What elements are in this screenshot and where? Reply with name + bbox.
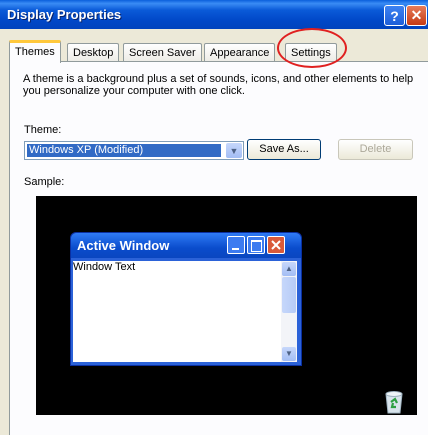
maximize-icon <box>247 236 265 254</box>
sample-window-title: Active Window <box>77 238 170 253</box>
scroll-thumb <box>282 277 296 313</box>
save-as-button[interactable]: Save As... <box>247 139 321 160</box>
display-properties-dialog: Display Properties ? ✕ Themes Desktop Sc… <box>0 0 428 435</box>
scroll-up-icon: ▲ <box>282 262 296 276</box>
close-button[interactable]: ✕ <box>406 5 427 26</box>
sample-title-bar: Active Window <box>71 233 301 258</box>
title-bar[interactable]: Display Properties ? ✕ <box>0 0 428 29</box>
theme-dropdown[interactable]: Windows XP (Modified) ▼ <box>24 141 244 160</box>
chevron-down-icon[interactable]: ▼ <box>226 143 242 158</box>
theme-description: A theme is a background plus a set of so… <box>23 73 414 97</box>
delete-button[interactable]: Delete <box>338 139 413 160</box>
tab-appearance[interactable]: Appearance <box>204 43 276 62</box>
sample-label: Sample: <box>24 176 65 188</box>
theme-selected-value: Windows XP (Modified) <box>27 144 221 157</box>
recycle-bin-icon <box>385 391 403 414</box>
tab-bar: Themes Desktop Screen Saver Appearance S… <box>9 40 428 63</box>
scroll-down-icon: ▼ <box>282 347 296 361</box>
sample-client-area: Window Text ▲ ▼ <box>73 261 297 362</box>
window-title: Display Properties <box>7 7 122 22</box>
close-icon <box>267 236 285 254</box>
sample-scrollbar: ▲ ▼ <box>281 261 297 362</box>
settings-tab-highlight-circle <box>277 28 347 68</box>
minimize-icon <box>227 236 245 254</box>
tab-themes[interactable]: Themes <box>9 40 61 63</box>
tab-screen-saver[interactable]: Screen Saver <box>123 43 202 62</box>
help-button[interactable]: ? <box>384 5 405 26</box>
sample-window-text: Window Text <box>73 261 136 273</box>
sample-active-window: Active Window Window Text ▲ ▼ <box>70 232 302 366</box>
tab-desktop[interactable]: Desktop <box>67 43 120 62</box>
theme-label: Theme: <box>24 124 62 136</box>
